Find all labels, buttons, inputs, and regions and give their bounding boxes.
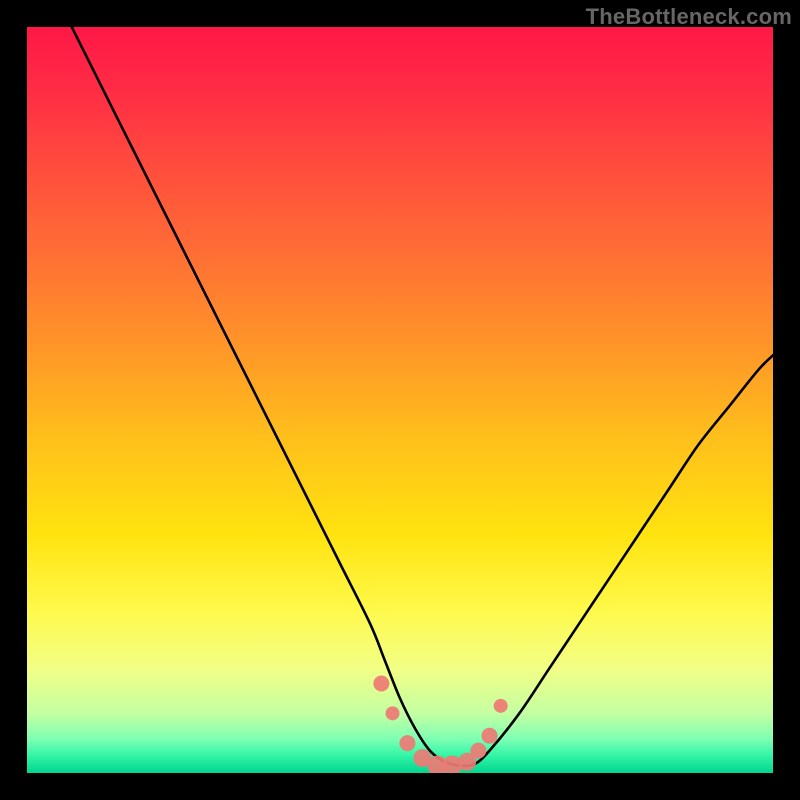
highlight-dot	[399, 735, 415, 751]
highlight-dot	[494, 699, 508, 713]
highlight-dot	[373, 675, 389, 691]
highlight-dot	[386, 706, 400, 720]
watermark-label: TheBottleneck.com	[586, 4, 792, 30]
highlight-dot	[470, 743, 486, 759]
plot-area	[27, 27, 773, 773]
chart-frame: TheBottleneck.com	[0, 0, 800, 800]
gradient-background	[27, 27, 773, 773]
chart-svg	[27, 27, 773, 773]
highlight-dot	[482, 728, 498, 744]
